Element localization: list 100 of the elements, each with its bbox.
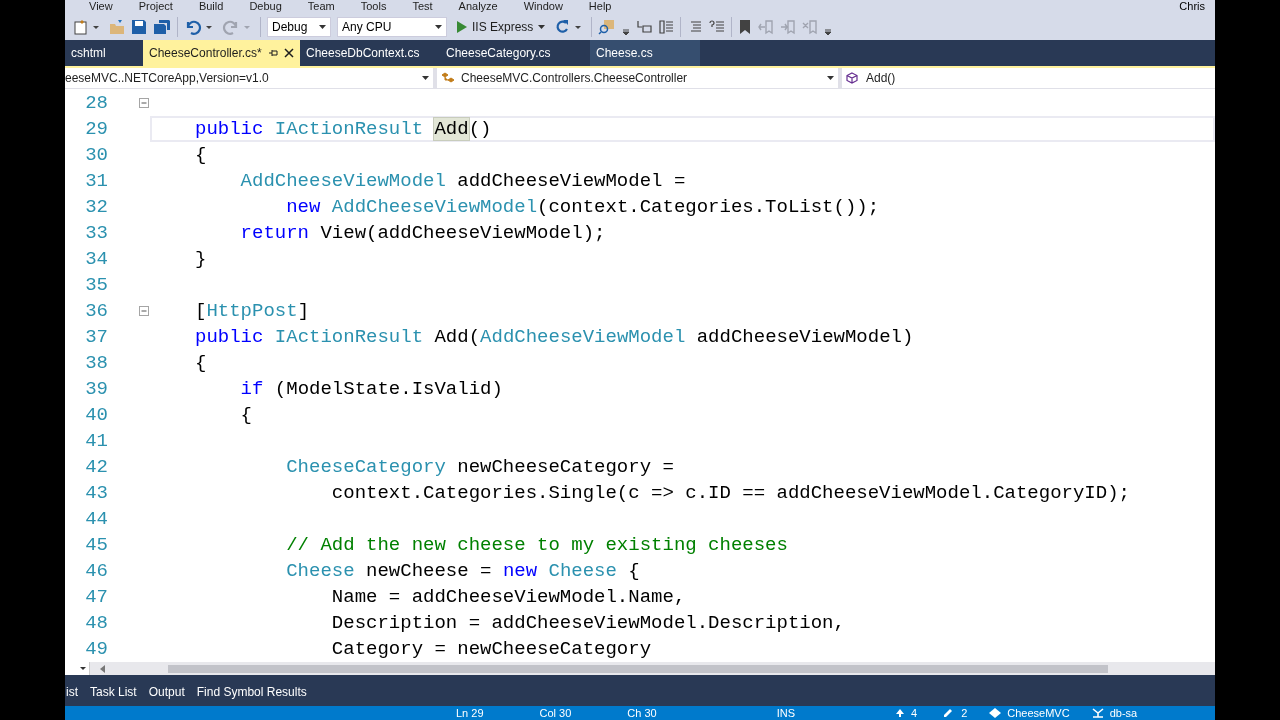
- code-line: context.Categories.Single(c => c.ID == addCheeseViewModel.CategoryID);: [330, 481, 1131, 506]
- line-number: 49: [84, 638, 108, 660]
- zoom-dropdown[interactable]: [65, 662, 90, 675]
- tool-window-tab[interactable]: ist: [65, 683, 79, 701]
- collapse-icon[interactable]: [139, 98, 149, 108]
- code-line: {: [194, 143, 208, 168]
- save-all-icon[interactable]: [153, 18, 171, 35]
- platform-value: Any CPU: [342, 18, 392, 36]
- char-indicator: Ch 30: [627, 706, 657, 720]
- menu-item[interactable]: Project: [138, 0, 173, 13]
- menu-item[interactable]: Window: [523, 0, 563, 13]
- branch-icon: [1091, 708, 1104, 718]
- line-number: 47: [84, 586, 108, 608]
- line-number: 30: [84, 144, 108, 166]
- run-button[interactable]: IIS Express: [453, 17, 550, 36]
- line-number: 31: [84, 170, 108, 192]
- line-number: 33: [84, 222, 108, 244]
- changes-count[interactable]: 2: [961, 706, 968, 720]
- line-number: 37: [84, 326, 108, 348]
- code-line: {: [239, 403, 253, 428]
- menu-item[interactable]: Analyze: [458, 0, 498, 13]
- insert-mode-indicator: INS: [776, 706, 796, 720]
- line-number: 36: [84, 300, 108, 322]
- method-cube-icon: [846, 72, 858, 84]
- branch-name[interactable]: db-sa: [1109, 706, 1138, 720]
- menu-item[interactable]: Tools: [360, 0, 387, 13]
- line-number: 40: [84, 404, 108, 426]
- file-tab[interactable]: Cheese.cs: [590, 40, 700, 66]
- pin-icon[interactable]: [268, 48, 278, 58]
- configuration-value: Debug: [272, 18, 308, 36]
- line-indicator: Ln 29: [456, 706, 484, 720]
- line-number: 32: [84, 196, 108, 218]
- code-line: }: [194, 247, 208, 272]
- close-icon[interactable]: [284, 48, 294, 58]
- find-icon[interactable]: [598, 18, 617, 35]
- tool-window-tab[interactable]: Output: [147, 683, 186, 701]
- horizontal-scrollbar[interactable]: [168, 664, 1108, 673]
- column-indicator: Col 30: [539, 706, 572, 720]
- file-tab[interactable]: CheeseDbContext.cs: [300, 40, 440, 66]
- up-arrow-icon: [895, 708, 906, 718]
- line-number: 38: [84, 352, 108, 374]
- line-number: 28: [84, 92, 108, 114]
- member-dropdown[interactable]: Add(): [842, 68, 1215, 88]
- class-icon: [441, 72, 455, 84]
- configuration-dropdown[interactable]: Debug: [267, 16, 331, 37]
- bookmark-icon[interactable]: [738, 18, 753, 35]
- collapse-icon[interactable]: [139, 306, 149, 316]
- menu-item[interactable]: Team: [307, 0, 335, 13]
- dropdown-arrow-icon: [319, 24, 326, 29]
- play-icon: [457, 20, 467, 33]
- line-number: 39: [84, 378, 108, 400]
- clear-bookmarks-icon: [802, 18, 819, 35]
- tool-window-tab[interactable]: Find Symbol Results: [195, 683, 308, 701]
- file-tab[interactable]: CheeseCategory.cs: [440, 40, 590, 66]
- outdent-icon[interactable]: [636, 18, 653, 35]
- line-number: 48: [84, 612, 108, 634]
- line-number: 42: [84, 456, 108, 478]
- code-line: AddCheeseViewModel addCheeseViewModel =: [239, 169, 687, 194]
- user-name[interactable]: Chris: [1179, 0, 1205, 13]
- menu-item[interactable]: Build: [198, 0, 224, 13]
- code-line: [HttpPost]: [194, 299, 311, 324]
- menu-item[interactable]: Help: [588, 0, 612, 13]
- code-line: // Add the new cheese to my existing cheeses: [285, 533, 789, 558]
- file-tab[interactable]: cshtml: [65, 40, 143, 66]
- code-line: {: [194, 351, 208, 376]
- code-line: Cheese newCheese = new Cheese {: [285, 559, 641, 584]
- code-line: new AddCheeseViewModel(context.Categories.ToList());: [285, 195, 881, 220]
- repository-name[interactable]: CheeseMVC: [1007, 706, 1070, 720]
- uncomment-icon[interactable]: [709, 18, 726, 35]
- tool-window-tab[interactable]: Task List: [89, 683, 138, 701]
- line-number: 29: [84, 118, 108, 140]
- line-number: 43: [84, 482, 108, 504]
- line-number: 35: [84, 274, 108, 296]
- line-number: 44: [84, 508, 108, 530]
- line-number: 46: [84, 560, 108, 582]
- menu-item[interactable]: Test: [412, 0, 433, 13]
- save-icon[interactable]: [131, 18, 147, 35]
- code-line: Name = addCheeseViewModel.Name,: [330, 585, 687, 610]
- line-number: 34: [84, 248, 108, 270]
- previous-bookmark-icon: [758, 18, 775, 35]
- menu-item[interactable]: Debug: [249, 0, 282, 13]
- next-bookmark-icon: [780, 18, 797, 35]
- code-line: if (ModelState.IsValid): [239, 377, 504, 402]
- code-line: Category = newCheeseCategory: [330, 637, 653, 662]
- code-line: public IActionResult Add(AddCheeseViewModel addCheeseViewModel): [194, 325, 915, 350]
- line-number: 45: [84, 534, 108, 556]
- dropdown-arrow-icon: [538, 24, 546, 29]
- file-tab[interactable]: CheeseController.cs*: [143, 40, 300, 66]
- code-line: return View(addCheeseViewModel);: [239, 221, 607, 246]
- list-icon[interactable]: [658, 18, 675, 35]
- code-line: Description = addCheeseViewModel.Description,: [330, 611, 846, 636]
- dropdown-arrow-icon: [80, 667, 86, 670]
- dropdown-arrow-icon: [827, 76, 834, 80]
- menu-item[interactable]: View: [89, 0, 113, 13]
- publish-count[interactable]: 4: [911, 706, 918, 720]
- pencil-icon: [943, 708, 954, 718]
- repository-icon: [989, 708, 1002, 718]
- platform-dropdown[interactable]: Any CPU: [337, 16, 447, 37]
- line-number: 41: [84, 430, 108, 452]
- dropdown-arrow-icon: [422, 76, 429, 80]
